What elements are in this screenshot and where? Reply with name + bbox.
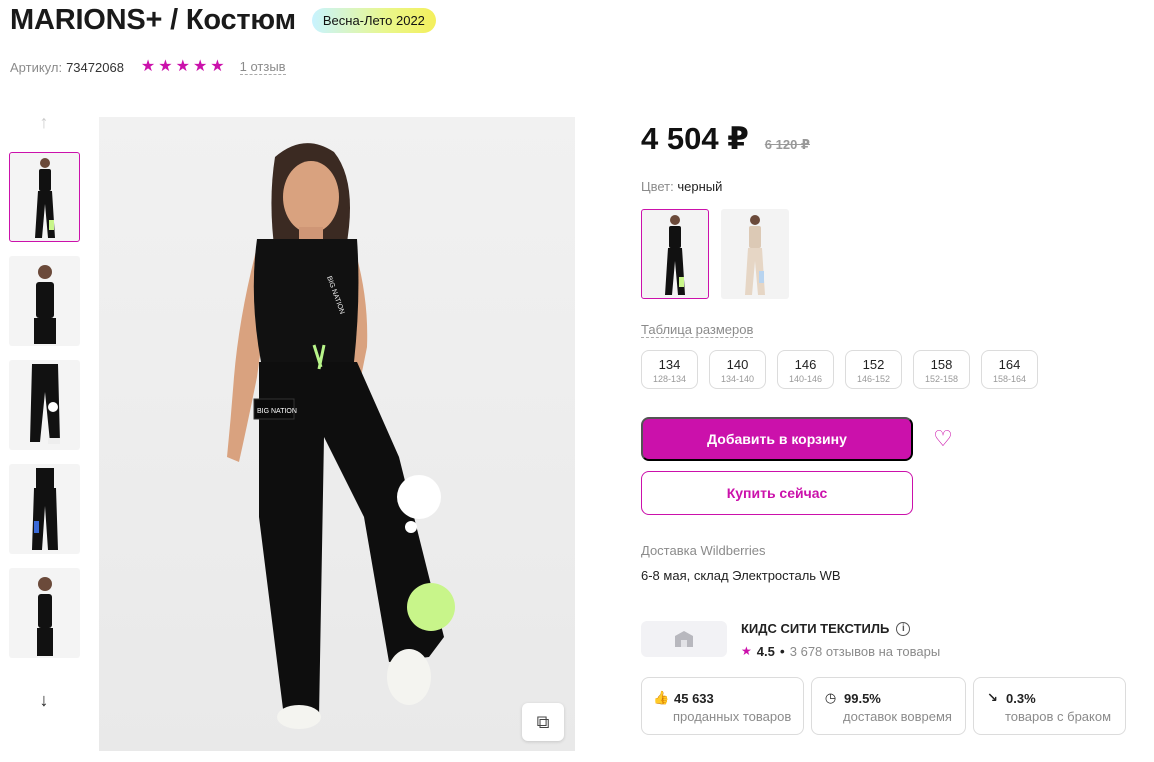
- size-range: 158-164: [992, 374, 1027, 384]
- size-range: 152-158: [924, 374, 959, 384]
- rating-stars: ★ ★ ★ ★ ★: [141, 59, 225, 75]
- seller-rating-row: ★ 4.5 • 3 678 отзывов на товары: [741, 643, 940, 659]
- star-icon: ★: [175, 58, 190, 75]
- model-thumbnail-icon: [33, 265, 56, 344]
- main-product-image[interactable]: BIG NATION BIG NATION: [99, 117, 575, 751]
- seller-logo[interactable]: [641, 621, 727, 657]
- size-value: 152: [862, 357, 885, 372]
- arrow-up-icon[interactable]: ↑: [33, 112, 55, 134]
- seller-reviews: 3 678 отзывов на товары: [789, 643, 941, 659]
- info-icon[interactable]: i: [896, 621, 911, 636]
- size-option[interactable]: 140 134-140: [709, 350, 766, 389]
- heart-icon[interactable]: ♡: [929, 425, 957, 453]
- seller-rating: 4.5: [756, 643, 775, 659]
- season-badge: Весна-Лето 2022: [311, 8, 436, 33]
- seller-name-row[interactable]: КИДС СИТИ ТЕКСТИЛЬ i: [741, 621, 911, 636]
- model-thumbnail-icon: [34, 158, 55, 238]
- trend-down-icon: ↘: [987, 690, 998, 705]
- price-current: 4 504 ₽: [641, 121, 749, 156]
- price-old: 6 120 ₽: [764, 137, 810, 152]
- color-swatches: [641, 209, 789, 299]
- arrow-down-icon[interactable]: ↓: [33, 690, 55, 712]
- model-thumbnail-icon: [29, 364, 60, 444]
- seller-name[interactable]: КИДС СИТИ ТЕКСТИЛЬ: [741, 621, 889, 636]
- svg-text:BIG NATION: BIG NATION: [257, 408, 297, 415]
- size-value: 146: [794, 357, 817, 372]
- model-thumbnail-icon: [31, 468, 58, 550]
- size-range: 134-140: [720, 374, 755, 384]
- model-photo: BIG NATION BIG NATION: [227, 143, 455, 729]
- stat-card-delivery: ◷ 99.5% доставок вовремя: [811, 677, 966, 735]
- color-value: черный: [677, 179, 723, 194]
- size-range: 128-134: [652, 374, 687, 384]
- model-thumbnail-icon: [665, 215, 685, 295]
- delivery-title: Доставка Wildberries: [641, 543, 766, 558]
- size-value: 164: [998, 357, 1021, 372]
- product-title: MARIONS+ / Костюм: [10, 4, 296, 36]
- thumbnail-item[interactable]: [9, 152, 80, 242]
- stat-card-sold: 👍 45 633 проданных товаров: [641, 677, 804, 735]
- size-value: 140: [726, 357, 749, 372]
- size-value: 158: [930, 357, 953, 372]
- thumbnail-item[interactable]: [9, 360, 80, 450]
- add-to-cart-button[interactable]: Добавить в корзину: [641, 417, 913, 461]
- stat-desc: проданных товаров: [673, 709, 792, 724]
- color-swatch-beige[interactable]: [721, 209, 789, 299]
- thumbnail-list: [9, 152, 80, 672]
- size-option[interactable]: 134 128-134: [641, 350, 698, 389]
- size-selector: 134 128-134 140 134-140 146 140-146 152 …: [641, 350, 1038, 389]
- size-option[interactable]: 152 146-152: [845, 350, 902, 389]
- size-range: 140-146: [788, 374, 823, 384]
- stat-value: 99.5%: [844, 690, 881, 706]
- size-option[interactable]: 158 152-158: [913, 350, 970, 389]
- size-value: 134: [658, 357, 681, 372]
- delivery-info: 6-8 мая, склад Электросталь WB: [641, 568, 841, 583]
- star-icon: ★: [140, 58, 156, 75]
- star-icon: ★: [210, 58, 225, 75]
- thumbs-up-icon: 👍: [653, 690, 670, 705]
- star-icon: ★: [192, 58, 208, 75]
- star-icon: ★: [158, 58, 173, 75]
- color-swatch-black[interactable]: [641, 209, 709, 299]
- model-thumbnail-icon: [745, 215, 765, 295]
- stat-value: 0.3%: [1006, 690, 1036, 706]
- stat-card-defects: ↘ 0.3% товаров с браком: [973, 677, 1126, 735]
- meta-row: Артикул: 73472068 ★ ★ ★ ★ ★ 1 отзыв: [10, 59, 286, 75]
- thumbnail-item[interactable]: [9, 256, 80, 346]
- model-thumbnail-icon: [36, 577, 53, 656]
- reviews-link[interactable]: 1 отзыв: [239, 59, 286, 75]
- clock-icon: ◷: [824, 690, 837, 705]
- color-label: Цвет:: [641, 179, 674, 194]
- thumbnail-item[interactable]: [9, 464, 80, 554]
- thumbnail-item[interactable]: [9, 568, 80, 658]
- article-label: Артикул:: [10, 59, 63, 75]
- size-option[interactable]: 164 158-164: [981, 350, 1038, 389]
- title-row: MARIONS+ / Костюм Весна-Лето 2022: [10, 4, 436, 37]
- size-table-link[interactable]: Таблица размеров: [641, 322, 754, 338]
- size-option[interactable]: 146 140-146: [777, 350, 834, 389]
- color-row: Цвет: черный: [641, 179, 722, 194]
- price-row: 4 504 ₽ 6 120 ₽: [641, 121, 810, 157]
- article-value: 73472068: [66, 59, 124, 75]
- separator-dot: •: [779, 643, 785, 659]
- size-range: 146-152: [856, 374, 891, 384]
- buy-now-button[interactable]: Купить сейчас: [641, 471, 913, 515]
- store-icon: [675, 631, 693, 647]
- stat-value: 45 633: [674, 690, 714, 706]
- stat-desc: товаров с браком: [1005, 709, 1112, 724]
- stat-desc: доставок вовремя: [843, 709, 952, 724]
- star-icon: ★: [741, 644, 752, 658]
- copy-icon[interactable]: ⧉: [522, 703, 564, 741]
